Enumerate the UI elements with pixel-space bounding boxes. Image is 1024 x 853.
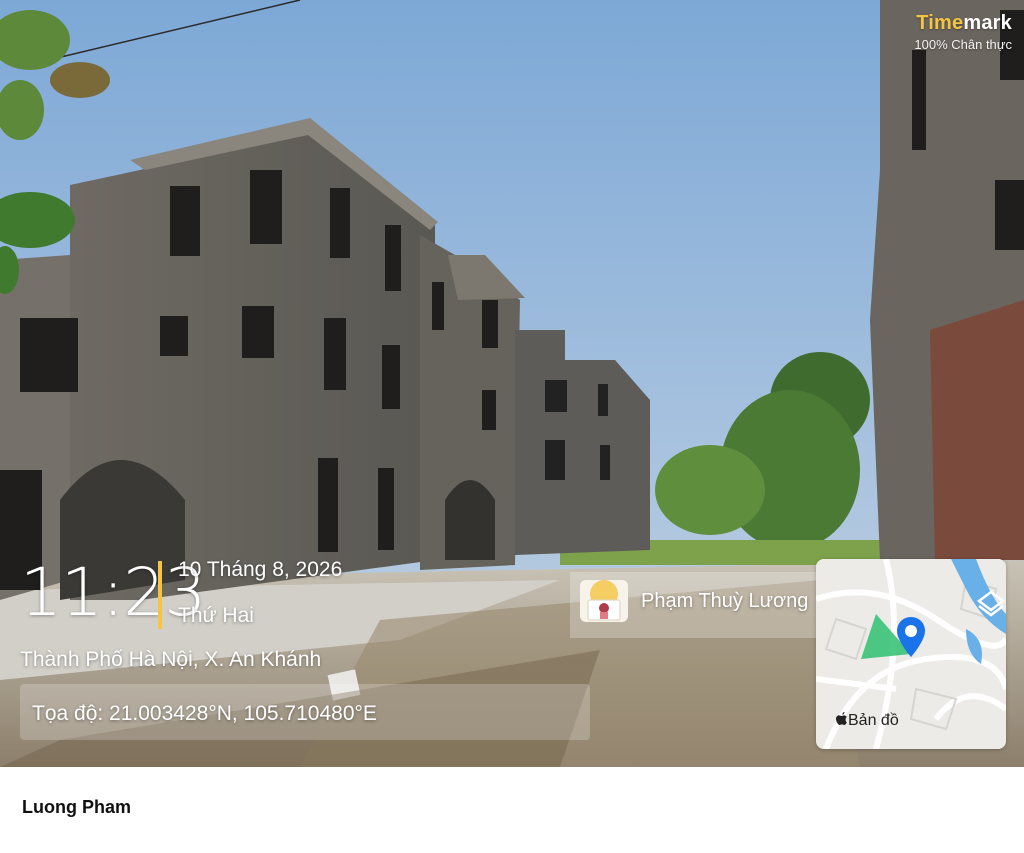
brand-logo-part1: Time xyxy=(916,12,964,34)
user-name: Phạm Thuỳ Lương xyxy=(641,590,809,612)
brand-tagline: 100% Chân thực xyxy=(914,37,1012,52)
timemark-brand: Timemark 100% Chân thực xyxy=(914,12,1012,52)
brand-logo-part2: mark xyxy=(963,12,1012,34)
timestamp-date: 10 Tháng 8, 2026 xyxy=(178,558,343,581)
map-label: Bản đồ xyxy=(836,712,899,730)
map-pin-icon xyxy=(897,617,925,657)
avatar-icon xyxy=(580,580,628,622)
author-caption: Luong Pham xyxy=(22,797,131,817)
time-separator xyxy=(158,561,162,629)
brand-logo: Timemark xyxy=(914,12,1012,35)
location-text: Thành Phố Hà Nội, X. An Khánh xyxy=(20,648,322,671)
apple-logo-icon xyxy=(836,712,847,725)
map-label-text: Bản đồ xyxy=(848,712,899,729)
timestamp-weekday: Thứ Hai xyxy=(178,604,254,627)
expand-layers-icon[interactable] xyxy=(976,588,1006,618)
coordinates-text: Tọa độ: 21.003428°N, 105.710480°E xyxy=(32,702,377,725)
